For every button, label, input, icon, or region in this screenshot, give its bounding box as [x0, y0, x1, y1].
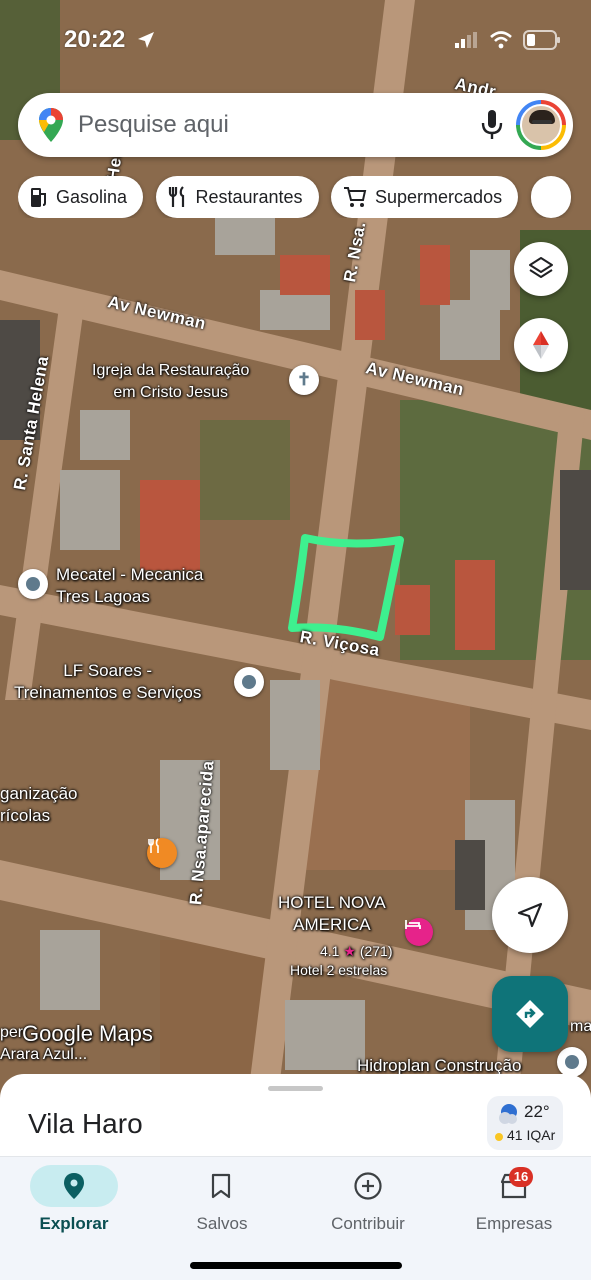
chip-label: Restaurantes: [195, 186, 303, 207]
search-input[interactable]: Pesquise aqui: [78, 111, 229, 139]
signal-icon: [455, 32, 477, 48]
chip-label: Gasolina: [56, 186, 128, 207]
gas-station-icon: [31, 188, 46, 207]
hotel-class: Hotel 2 estrelas: [290, 962, 388, 978]
air-quality-dot-icon: [495, 1133, 503, 1141]
location-arrow-icon: [138, 32, 154, 48]
cross-icon: ✝: [296, 370, 312, 389]
layers-icon: [529, 257, 553, 278]
chip-restaurantes[interactable]: Restaurantes: [155, 176, 319, 218]
notification-badge: 16: [509, 1167, 533, 1187]
shopping-cart-icon: [344, 187, 367, 207]
microphone-icon[interactable]: [480, 109, 504, 141]
place-label-igreja[interactable]: Igreja da Restauração em Cristo Jesus: [92, 360, 249, 404]
hotel-rating-value: 4.1: [320, 943, 340, 959]
place-label-organizacao[interactable]: ganização rícolas: [0, 783, 78, 827]
chip-supermercados[interactable]: Supermercados: [331, 176, 519, 218]
mecatel-pin[interactable]: [18, 569, 48, 599]
bookmark-icon: [211, 1173, 231, 1199]
tab-salvos[interactable]: Salvos: [148, 1157, 296, 1247]
weather-widget[interactable]: 22° 41 IQAr: [487, 1096, 563, 1150]
restaurant-pin[interactable]: [147, 838, 177, 868]
chip-more[interactable]: [530, 176, 571, 218]
status-icons: [455, 30, 561, 50]
tab-label: Empresas: [475, 1214, 553, 1233]
google-maps-logo-icon: [39, 108, 63, 142]
avatar-photo: [520, 104, 562, 146]
layers-button[interactable]: [514, 242, 568, 296]
search-bar[interactable]: Pesquise aqui: [18, 93, 573, 157]
battery-icon: [523, 30, 560, 50]
star-icon: ★: [343, 943, 356, 959]
place-name: Vila Haro: [28, 1108, 143, 1139]
sheet-drag-handle[interactable]: [268, 1086, 323, 1091]
fork-knife-icon: [148, 838, 159, 853]
partly-cloudy-icon: [499, 1104, 517, 1124]
church-pin[interactable]: ✝: [289, 365, 319, 395]
navigation-arrow-icon: [517, 902, 543, 928]
tab-explorar[interactable]: Explorar: [0, 1157, 148, 1247]
place-label-mecatel[interactable]: Mecatel - Mecanica Tres Lagoas: [56, 564, 203, 608]
plus-circle-icon: [354, 1172, 382, 1200]
account-avatar[interactable]: [516, 100, 566, 150]
compass-button[interactable]: [514, 318, 568, 372]
tab-empresas[interactable]: 16 Empresas: [440, 1157, 588, 1247]
category-chips: Gasolina Restaurantes Supermercados: [18, 176, 591, 218]
wifi-icon: [490, 31, 512, 49]
directions-icon: [516, 1000, 544, 1028]
compass-icon: [533, 331, 549, 359]
place-label-hotel[interactable]: HOTEL NOVA AMERICA: [278, 892, 386, 936]
place-label-edge: ma: [570, 1018, 591, 1035]
tab-label: Explorar: [39, 1214, 109, 1233]
hotel-review-count: (271): [359, 943, 393, 959]
place-label-lf-soares[interactable]: LF Soares - Treinamentos e Serviços: [14, 660, 201, 704]
my-location-button[interactable]: [492, 877, 568, 953]
google-maps-watermark: Google Maps: [22, 1021, 153, 1046]
lf-soares-pin[interactable]: [234, 667, 264, 697]
tab-contribuir[interactable]: Contribuir: [294, 1157, 442, 1247]
hidroplan-pin[interactable]: [557, 1047, 587, 1077]
directions-button[interactable]: [492, 976, 568, 1052]
chip-label: Supermercados: [375, 186, 503, 207]
tab-label: Salvos: [196, 1214, 248, 1233]
weather-temperature: 22°: [524, 1102, 550, 1121]
fork-knife-icon: [168, 186, 184, 207]
hotel-pin[interactable]: [405, 918, 433, 946]
tab-label: Contribuir: [331, 1214, 405, 1233]
pin-icon: [64, 1173, 84, 1199]
status-time: 20:22: [64, 26, 126, 53]
air-quality-value: 41 IQAr: [507, 1127, 556, 1143]
chip-gasolina[interactable]: Gasolina: [18, 176, 144, 218]
home-indicator[interactable]: [190, 1262, 402, 1269]
bed-icon: [405, 920, 421, 929]
